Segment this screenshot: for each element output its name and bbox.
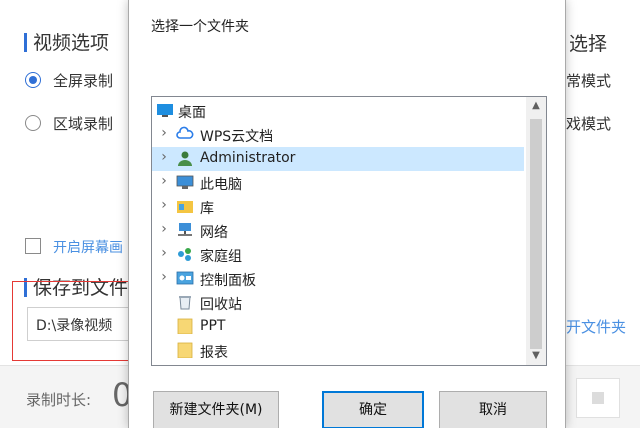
tree-item-label: 桌面	[178, 105, 206, 121]
desktop-icon	[156, 102, 174, 118]
chevron-right-icon[interactable]: ›	[158, 125, 170, 141]
tree-item-label: 网络	[200, 225, 228, 241]
right-option-normal[interactable]: 常模式	[566, 70, 611, 91]
section-accent-bar	[24, 33, 27, 52]
right-option-game[interactable]: 戏模式	[566, 113, 611, 134]
tree-item-label: 家庭组	[200, 249, 242, 265]
tree-item-wps-cloud[interactable]: › WPS云文档	[152, 123, 524, 147]
tree-item-network[interactable]: › 网络	[152, 219, 524, 243]
tree-item-label: Administrator	[200, 150, 296, 166]
new-folder-button[interactable]: 新建文件夹(M)	[153, 391, 279, 428]
scroll-up-icon[interactable]: ▲	[526, 97, 546, 115]
chevron-right-icon[interactable]: ›	[158, 149, 170, 165]
chevron-right-icon[interactable]: ›	[158, 221, 170, 237]
tree-item-label: 库	[200, 201, 214, 217]
ok-button[interactable]: 确定	[322, 391, 424, 428]
radio-region-label: 区域录制	[53, 115, 114, 133]
tree-item-label: 回收站	[200, 297, 242, 313]
record-stop-button[interactable]	[576, 378, 620, 418]
chevron-right-icon[interactable]: ›	[158, 173, 170, 189]
save-path-field[interactable]: D:\录像视频	[27, 307, 132, 341]
radio-region[interactable]	[25, 115, 41, 131]
right-section-title: 选择	[569, 33, 608, 55]
open-folder-link[interactable]: 开文件夹	[566, 316, 626, 337]
scroll-thumb[interactable]	[530, 119, 542, 349]
recycle-bin-icon	[176, 294, 194, 310]
tree-item-ppt[interactable]: PPT	[152, 315, 524, 339]
chevron-right-icon[interactable]: ›	[158, 245, 170, 261]
folder-icon	[176, 342, 194, 359]
tree-item-label: PPT	[200, 318, 226, 334]
video-options-title-text: 视频选项	[33, 32, 110, 54]
tree-item-this-pc[interactable]: › 此电脑	[152, 171, 524, 195]
tree-item-label: 控制面板	[200, 273, 256, 289]
tree-item-recycle-bin[interactable]: 回收站	[152, 291, 524, 315]
screen-checkbox-label[interactable]: 开启屏幕画	[53, 237, 123, 257]
tree-item-reports[interactable]: 报表	[152, 339, 524, 363]
cloud-icon	[176, 126, 194, 142]
folder-tree[interactable]: 桌面 › WPS云文档 › Administrator › 此电脑 › 库 › …	[151, 96, 547, 366]
folder-picker-dialog: 选择一个文件夹 桌面 › WPS云文档 › Administrator › 此电…	[128, 0, 566, 428]
computer-icon	[176, 174, 194, 190]
chevron-right-icon[interactable]: ›	[158, 269, 170, 285]
cancel-button[interactable]: 取消	[439, 391, 547, 428]
network-icon	[176, 222, 194, 238]
radio-fullscreen-label: 全屏录制	[53, 72, 114, 90]
homegroup-icon	[176, 246, 194, 262]
duration-label: 录制时长:	[26, 391, 92, 409]
tree-item-label: 报表	[200, 345, 228, 361]
library-icon	[176, 198, 194, 214]
video-options-title: 视频选项	[24, 28, 109, 55]
tree-item-label: 此电脑	[200, 177, 242, 193]
scroll-down-icon[interactable]: ▼	[526, 347, 546, 365]
radio-fullscreen[interactable]	[25, 72, 41, 88]
control-panel-icon	[176, 270, 194, 286]
chevron-right-icon[interactable]: ›	[158, 197, 170, 213]
tree-scrollbar[interactable]: ▲ ▼	[526, 97, 546, 365]
user-icon	[176, 150, 194, 166]
tree-item-control-panel[interactable]: › 控制面板	[152, 267, 524, 291]
screen-checkbox[interactable]	[25, 238, 41, 254]
tree-item-label: WPS云文档	[200, 129, 274, 145]
tree-item-desktop[interactable]: 桌面	[152, 99, 524, 123]
dialog-title: 选择一个文件夹	[151, 19, 249, 35]
tree-item-administrator[interactable]: › Administrator	[152, 147, 524, 171]
folder-icon	[176, 318, 194, 335]
tree-item-library[interactable]: › 库	[152, 195, 524, 219]
tree-item-homegroup[interactable]: › 家庭组	[152, 243, 524, 267]
